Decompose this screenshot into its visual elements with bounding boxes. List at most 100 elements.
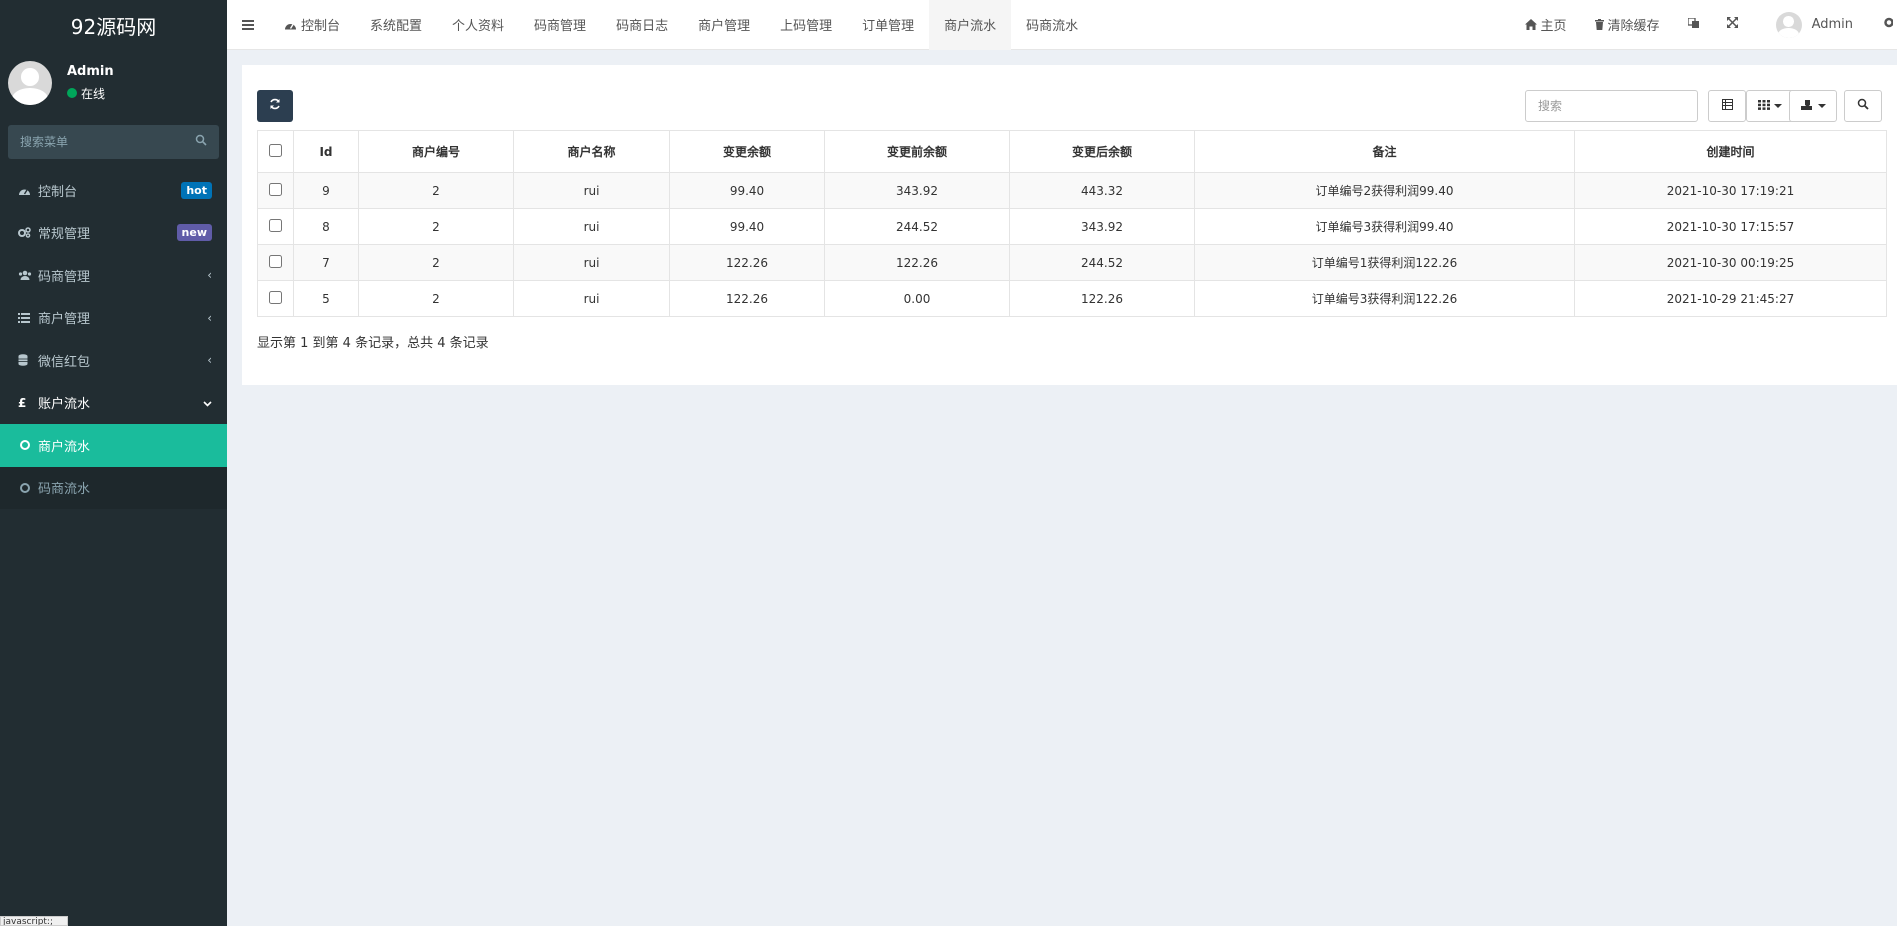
chevron-down-icon [203, 396, 212, 410]
cell-balance-after: 343.92 [1009, 208, 1195, 245]
cell-merchant-name: rui [513, 172, 670, 209]
column-header[interactable]: 商户名称 [513, 130, 670, 173]
tab-merchants[interactable]: 商户管理 [683, 0, 765, 50]
dashboard-icon [18, 185, 38, 196]
home-link[interactable]: 主页 [1511, 0, 1581, 50]
row-checkbox[interactable] [269, 290, 282, 304]
sidebar-item-general[interactable]: 常规管理 new [0, 212, 227, 255]
sidebar-item-merchants[interactable]: 商户管理 ‹ [0, 297, 227, 340]
sidebar-item-account-flow[interactable]: £ 账户流水 [0, 382, 227, 425]
chevron-left-icon: ‹ [207, 268, 212, 283]
select-all-checkbox[interactable] [269, 143, 282, 157]
user-name: Admin [67, 63, 114, 79]
circle-icon [20, 482, 30, 493]
tab-label: 订单管理 [862, 19, 915, 34]
tab-label: 商户管理 [698, 19, 751, 34]
cell-merchant-no: 2 [358, 172, 514, 209]
app-logo[interactable]: 92源码网 [0, 0, 227, 50]
table-view-icon [1721, 98, 1733, 114]
home-icon [1524, 19, 1537, 30]
sidebar-item-label: 码商管理 [38, 269, 91, 285]
tab-label: 控制台 [301, 19, 341, 34]
user-menu[interactable]: Admin [1752, 0, 1867, 50]
merchant-flow-table: Id 商户编号 商户名称 变更余额 变更前余额 变更后余额 备注 创建时间 9 … [257, 130, 1887, 317]
tab-label: 码商日志 [616, 19, 669, 34]
hot-badge: hot [181, 181, 212, 199]
cell-remark: 订单编号1获得利润122.26 [1194, 244, 1575, 281]
tab-orders[interactable]: 订单管理 [847, 0, 929, 50]
chevron-down-icon [1774, 104, 1782, 108]
sidebar-toggle-icon[interactable] [227, 0, 269, 50]
table-row[interactable]: 5 2 rui 122.26 0.00 122.26 订单编号3获得利润122.… [257, 280, 1887, 317]
tab-code-merchants[interactable]: 码商管理 [519, 0, 601, 50]
cell-remark: 订单编号3获得利润99.40 [1194, 208, 1575, 245]
tab-label: 个人资料 [452, 19, 505, 34]
table-row[interactable]: 7 2 rui 122.26 122.26 244.52 订单编号1获得利润12… [257, 244, 1887, 281]
refresh-button[interactable] [257, 90, 293, 122]
search-icon[interactable] [195, 134, 207, 150]
tab-code-merchant-flow[interactable]: 码商流水 [1011, 0, 1093, 50]
columns-button[interactable] [1746, 90, 1794, 122]
table-row[interactable]: 8 2 rui 99.40 244.52 343.92 订单编号3获得利润99.… [257, 208, 1887, 245]
clear-cache-button[interactable]: 清除缓存 [1581, 0, 1674, 50]
cell-merchant-no: 2 [358, 244, 514, 281]
column-header[interactable]: 变更前余额 [824, 130, 1010, 173]
tab-dashboard[interactable]: 控制台 [269, 0, 355, 50]
cell-balance-after: 244.52 [1009, 244, 1195, 281]
user-avatar [8, 60, 52, 105]
tab-upload-codes[interactable]: 上码管理 [765, 0, 847, 50]
clear-cache-label: 清除缓存 [1607, 19, 1660, 34]
sidebar-item-label: 常规管理 [38, 227, 91, 243]
online-dot-icon [67, 88, 77, 98]
row-checkbox[interactable] [269, 254, 282, 268]
user-avatar [1775, 11, 1802, 38]
column-header[interactable]: 商户编号 [358, 130, 514, 173]
dashboard-icon [284, 20, 297, 30]
sidebar: 92源码网 Admin 在线 控制台 hot 常规管理 new [0, 0, 227, 926]
column-header[interactable]: Id [293, 130, 359, 173]
row-select-cell [257, 208, 294, 245]
circle-icon [20, 440, 30, 451]
sidebar-item-code-merchants[interactable]: 码商管理 ‹ [0, 254, 227, 297]
column-header[interactable]: 备注 [1194, 130, 1575, 173]
database-icon [18, 354, 38, 367]
tab-merchant-flow[interactable]: 商户流水 [929, 0, 1012, 50]
tab-system-config[interactable]: 系统配置 [355, 0, 437, 50]
advanced-search-button[interactable] [1844, 90, 1882, 122]
cell-change-amount: 122.26 [669, 244, 825, 281]
cell-balance-after: 122.26 [1009, 280, 1195, 317]
language-button[interactable] [1674, 0, 1713, 50]
cell-merchant-no: 2 [358, 280, 514, 317]
sidebar-item-wechat-redpacket[interactable]: 微信红包 ‹ [0, 339, 227, 382]
export-icon [1800, 99, 1814, 114]
table-search-input[interactable] [1525, 90, 1698, 122]
tab-label: 码商流水 [1026, 19, 1079, 34]
sidebar-item-label: 微信红包 [38, 354, 91, 370]
column-header[interactable]: 变更后余额 [1009, 130, 1195, 173]
toggle-view-button[interactable] [1708, 90, 1746, 122]
row-checkbox[interactable] [269, 182, 282, 196]
cell-merchant-name: rui [513, 244, 670, 281]
row-checkbox[interactable] [269, 218, 282, 232]
cell-created-at: 2021-10-30 00:19:25 [1574, 244, 1887, 281]
tab-label: 系统配置 [370, 19, 423, 34]
export-button[interactable] [1789, 90, 1837, 122]
column-header[interactable]: 变更余额 [669, 130, 825, 173]
cell-change-amount: 99.40 [669, 172, 825, 209]
sidebar-item-label: 控制台 [38, 184, 78, 200]
column-header[interactable]: 创建时间 [1574, 130, 1887, 173]
sidebar-subitem-code-merchant-flow[interactable]: 码商流水 [0, 466, 227, 509]
home-label: 主页 [1540, 19, 1567, 34]
settings-button[interactable] [1867, 0, 1897, 50]
tab-profile[interactable]: 个人资料 [437, 0, 519, 50]
sidebar-item-dashboard[interactable]: 控制台 hot [0, 169, 227, 212]
fullscreen-button[interactable] [1713, 0, 1752, 50]
sidebar-search [8, 125, 219, 159]
table-row[interactable]: 9 2 rui 99.40 343.92 443.32 订单编号2获得利润99.… [257, 172, 1887, 209]
sidebar-subitem-merchant-flow[interactable]: 商户流水 [0, 424, 227, 467]
tab-code-merchant-log[interactable]: 码商日志 [601, 0, 683, 50]
sidebar-search-input[interactable] [20, 135, 170, 149]
chevron-down-icon [1817, 104, 1826, 108]
tab-label: 码商管理 [534, 19, 587, 34]
list-icon [18, 312, 38, 323]
